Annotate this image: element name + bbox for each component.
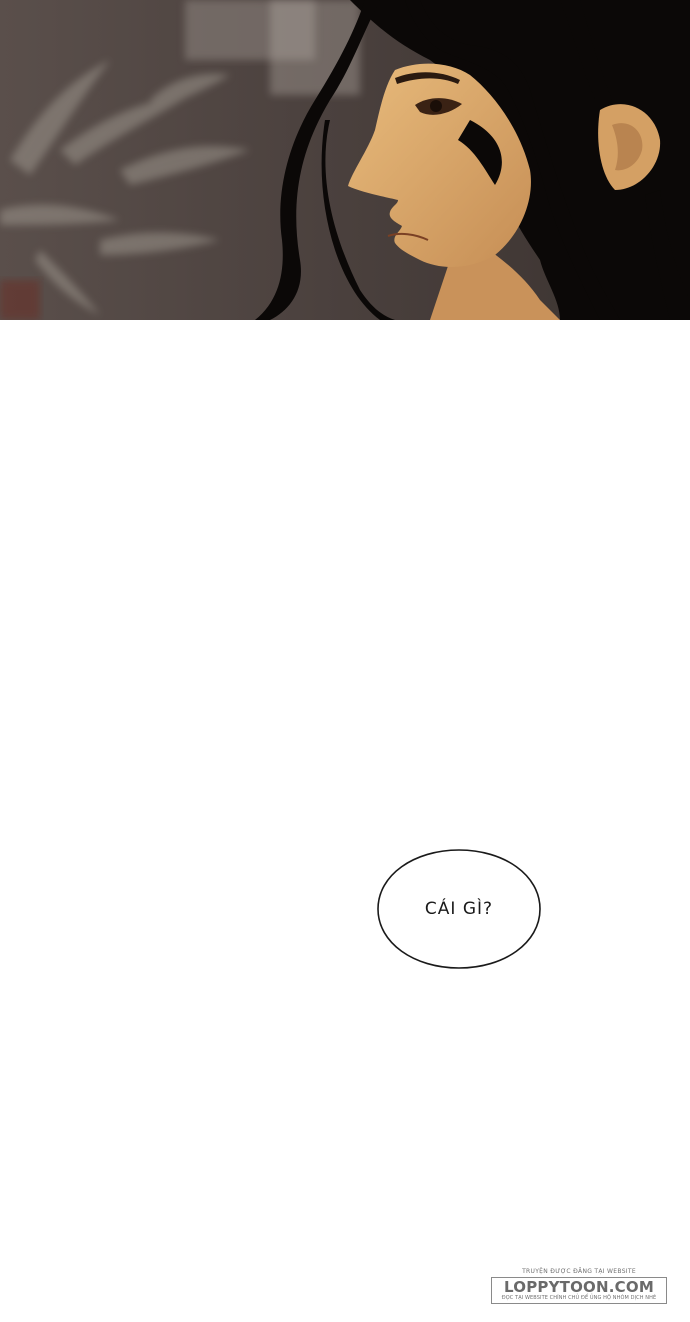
watermark-tagline: TRUYỆN ĐƯỢC ĐĂNG TẠI WEBSITE — [522, 1268, 636, 1275]
character-illustration — [0, 0, 690, 320]
speech-bubble-text: CÁI GÌ? — [424, 899, 494, 919]
watermark-brand: LOPPYTOON.COM — [504, 1278, 654, 1296]
speech-bubble: CÁI GÌ? — [376, 848, 542, 970]
watermark-box: LOPPYTOON.COM ĐỌC TẠI WEBSITE CHÍNH CHỦ … — [491, 1277, 667, 1304]
watermark: TRUYỆN ĐƯỢC ĐĂNG TẠI WEBSITE LOPPYTOON.C… — [491, 1268, 667, 1308]
comic-panel — [0, 0, 690, 320]
watermark-note: ĐỌC TẠI WEBSITE CHÍNH CHỦ ĐỂ ỦNG HỘ NHÓM… — [501, 1295, 657, 1301]
